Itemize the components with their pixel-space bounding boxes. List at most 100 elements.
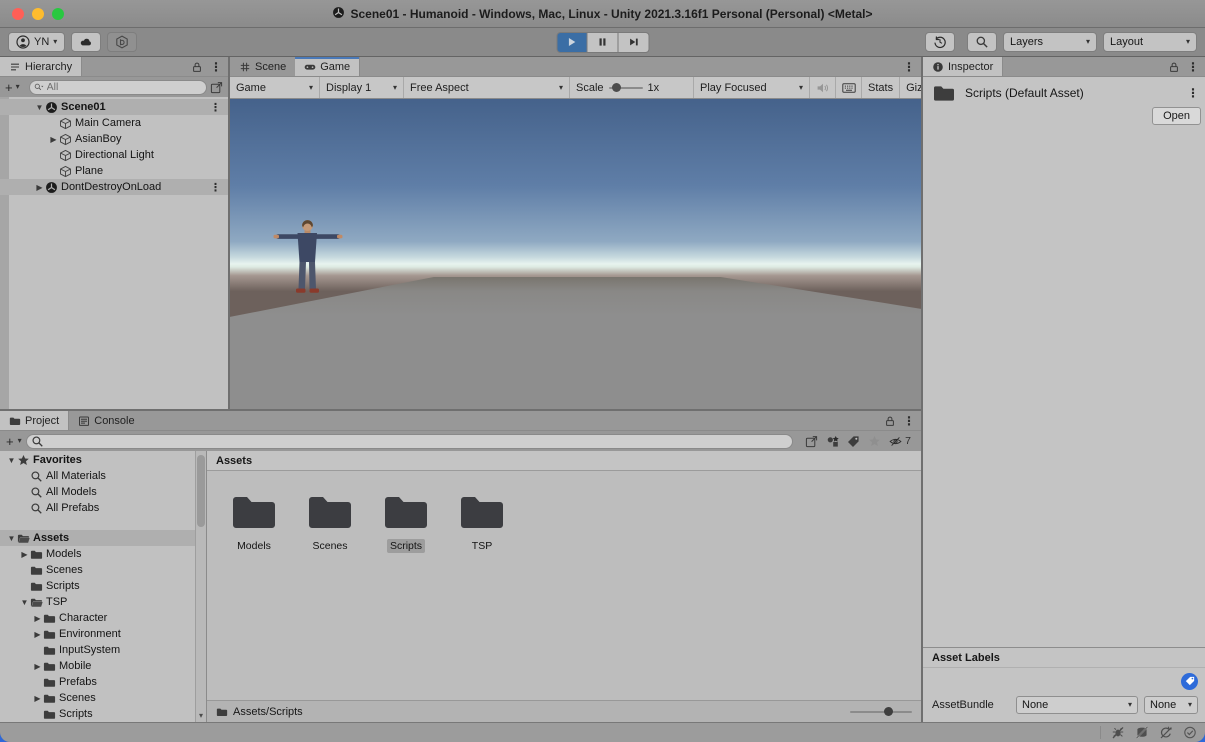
asset-folder[interactable]: Scripts — [383, 493, 429, 553]
game-viewport[interactable] — [230, 99, 921, 409]
expand-arrow-icon[interactable]: ▶ — [32, 662, 43, 671]
tab-hierarchy[interactable]: Hierarchy — [0, 57, 82, 76]
asset-options-icon[interactable]: ⋮ — [1187, 87, 1199, 99]
hierarchy-search-input[interactable] — [47, 81, 202, 93]
add-label-button[interactable] — [1181, 673, 1198, 690]
play-button[interactable] — [556, 32, 587, 53]
step-button[interactable] — [618, 32, 649, 53]
pause-button[interactable] — [587, 32, 618, 53]
panel-menu-icon[interactable]: ⋮ — [1187, 61, 1199, 73]
open-button[interactable]: Open — [1152, 107, 1201, 125]
create-button[interactable]: + — [6, 435, 14, 448]
project-tree-item[interactable]: All Materials — [0, 468, 195, 484]
aspect-ratio-dropdown[interactable]: Free Aspect▾ — [404, 77, 570, 98]
search-filter-icon[interactable] — [34, 82, 44, 92]
vsync-button[interactable] — [836, 77, 862, 98]
lock-icon[interactable] — [884, 415, 896, 427]
plastic-scm-button[interactable] — [107, 32, 137, 52]
scale-slider[interactable] — [609, 87, 643, 89]
expand-arrow-icon[interactable]: ▼ — [34, 103, 45, 112]
hidden-packages-icon[interactable] — [889, 435, 902, 448]
item-options-icon[interactable]: ⋮ — [210, 101, 228, 114]
asset-folder[interactable]: Scenes — [307, 493, 353, 553]
hierarchy-item[interactable]: Directional Light — [0, 147, 228, 163]
tab-scene[interactable]: Scene — [230, 57, 295, 76]
tab-console[interactable]: Console — [69, 411, 143, 430]
project-tree-item[interactable]: ▶Scenes — [0, 690, 195, 706]
asset-folder[interactable]: TSP — [459, 493, 505, 553]
expand-arrow-icon[interactable]: ▼ — [19, 598, 30, 607]
assetbundle-variant-dropdown[interactable]: None ▾ — [1144, 696, 1198, 714]
scrollbar-thumb[interactable] — [197, 455, 205, 527]
close-window-button[interactable] — [12, 8, 24, 20]
panel-menu-icon[interactable]: ⋮ — [903, 415, 915, 427]
project-tree-item[interactable]: ▶Models — [0, 546, 195, 562]
project-tree-item[interactable]: InputSystem — [0, 642, 195, 658]
chevron-down-icon[interactable]: ▾ — [18, 437, 22, 445]
tab-project[interactable]: Project — [0, 411, 69, 430]
chevron-down-icon[interactable]: ▾ — [16, 83, 20, 91]
lock-icon[interactable] — [191, 61, 203, 73]
expand-arrow-icon[interactable]: ▶ — [32, 630, 43, 639]
project-tree-item[interactable]: Scripts — [0, 578, 195, 594]
hierarchy-search[interactable] — [29, 80, 207, 95]
display-dropdown[interactable]: Display 1▾ — [320, 77, 404, 98]
zoom-window-button[interactable] — [52, 8, 64, 20]
layout-dropdown[interactable]: Layout ▾ — [1103, 32, 1197, 52]
tab-inspector[interactable]: Inspector — [923, 57, 1003, 76]
panel-menu-icon[interactable]: ⋮ — [210, 61, 222, 73]
project-tree-item[interactable]: All Prefabs — [0, 500, 195, 516]
mute-audio-button[interactable] — [810, 77, 836, 98]
scroll-down-arrow[interactable]: ▾ — [196, 711, 206, 720]
project-tree-item[interactable]: ▶Mobile — [0, 658, 195, 674]
project-search[interactable] — [26, 434, 794, 449]
title-bar[interactable]: Scene01 - Humanoid - Windows, Mac, Linux… — [0, 0, 1205, 28]
hierarchy-item[interactable]: Main Camera — [0, 115, 228, 131]
layers-dropdown[interactable]: Layers ▾ — [1003, 32, 1097, 52]
hierarchy-item[interactable]: ▶AsianBoy — [0, 131, 228, 147]
assetbundle-dropdown[interactable]: None ▾ — [1016, 696, 1138, 714]
project-tree-item[interactable]: ▶Character — [0, 610, 195, 626]
gizmos-dropdown[interactable]: Gizmos — [900, 77, 921, 98]
search-everything-button[interactable] — [967, 32, 997, 52]
search-by-type-icon[interactable] — [826, 435, 839, 448]
project-tree-scrollbar[interactable]: ▾ — [195, 451, 207, 722]
project-search-input[interactable] — [47, 435, 789, 447]
cloud-services-button[interactable] — [71, 32, 101, 52]
expand-arrow-icon[interactable]: ▶ — [34, 183, 45, 192]
progress-idle-icon[interactable] — [1183, 726, 1197, 739]
expand-arrow-icon[interactable]: ▶ — [48, 135, 59, 144]
project-tree-item[interactable]: ▶Environment — [0, 626, 195, 642]
expand-arrow-icon[interactable]: ▼ — [6, 456, 17, 465]
project-tree-item[interactable]: ▼Assets — [0, 530, 195, 546]
tab-game[interactable]: Game — [295, 57, 360, 76]
expand-arrow-icon[interactable]: ▶ — [32, 614, 43, 623]
project-tree-item[interactable]: Prefabs — [0, 674, 195, 690]
project-tree-item[interactable]: ▼TSP — [0, 594, 195, 610]
project-tree-item[interactable]: Scripts — [0, 706, 195, 722]
search-by-label-icon[interactable] — [847, 435, 860, 448]
cache-server-disconnected-icon[interactable] — [1135, 726, 1149, 739]
favorites-star-icon[interactable] — [868, 435, 881, 448]
display-target-dropdown[interactable]: Game▾ — [230, 77, 320, 98]
debugger-detached-icon[interactable] — [1111, 726, 1125, 739]
play-focus-dropdown[interactable]: Play Focused▾ — [694, 77, 810, 98]
thumbnail-size-slider[interactable] — [850, 711, 912, 713]
hierarchy-item[interactable]: Plane — [0, 163, 228, 179]
project-tree-item[interactable]: Scenes — [0, 562, 195, 578]
lock-icon[interactable] — [1168, 61, 1180, 73]
create-button[interactable]: + — [5, 81, 13, 94]
undo-history-button[interactable] — [925, 32, 955, 52]
expand-arrow-icon[interactable]: ▶ — [19, 550, 30, 559]
picker-icon[interactable] — [805, 435, 818, 448]
project-tree-item[interactable]: All Models — [0, 484, 195, 500]
auto-refresh-off-icon[interactable] — [1159, 726, 1173, 739]
hierarchy-item[interactable]: ▶DontDestroyOnLoad⋮ — [0, 179, 228, 195]
panel-menu-icon[interactable]: ⋮ — [903, 61, 915, 73]
stats-button[interactable]: Stats — [862, 77, 900, 98]
item-options-icon[interactable]: ⋮ — [210, 181, 228, 194]
picker-icon[interactable] — [210, 81, 223, 94]
minimize-window-button[interactable] — [32, 8, 44, 20]
hierarchy-item[interactable]: ▼Scene01⋮ — [0, 99, 228, 115]
account-dropdown[interactable]: YN ▾ — [8, 32, 65, 52]
